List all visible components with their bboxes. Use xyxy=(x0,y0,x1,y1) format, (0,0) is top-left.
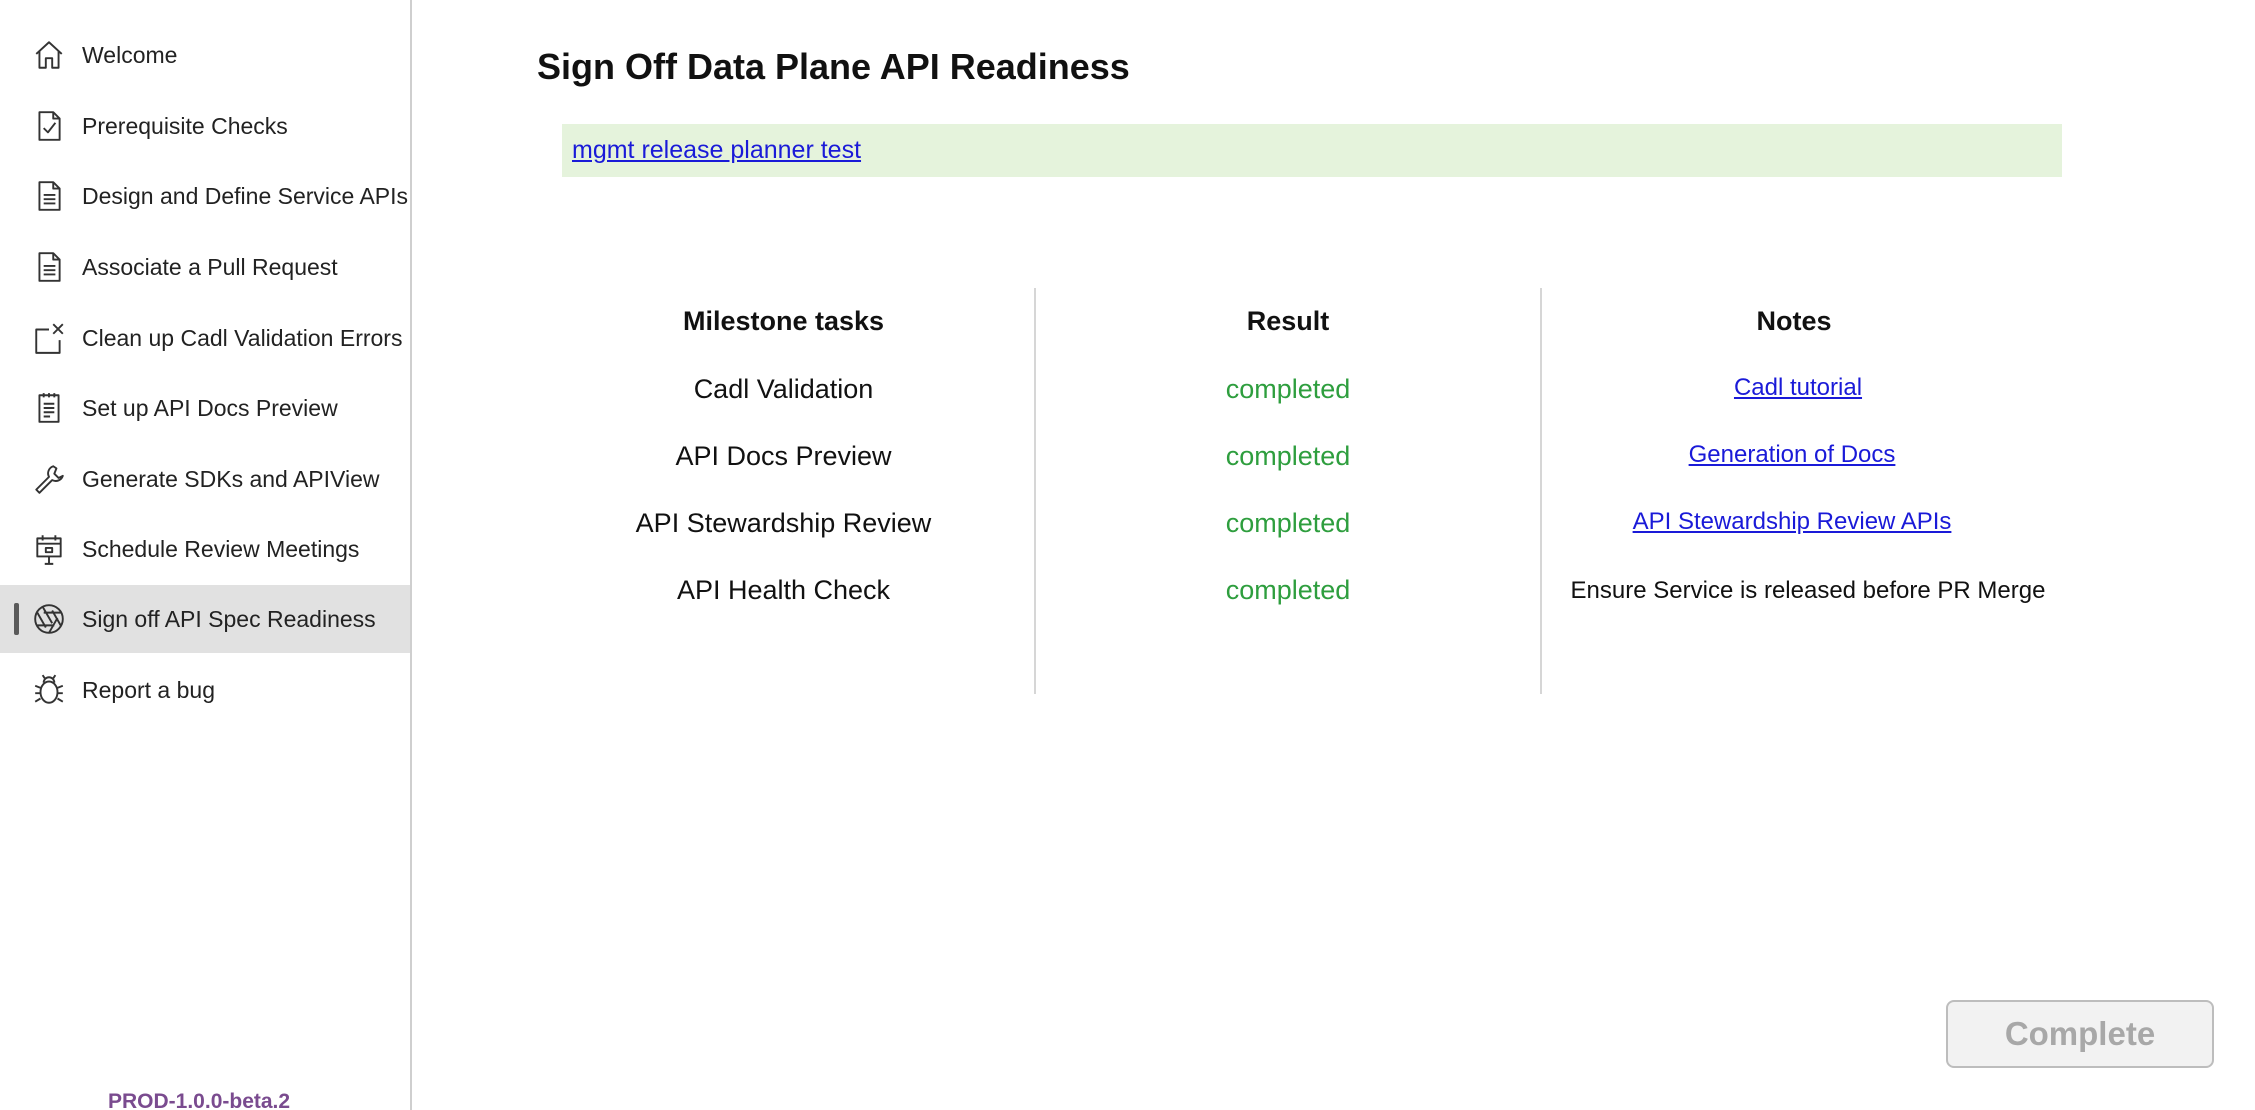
release-planner-link[interactable]: mgmt release planner test xyxy=(572,136,861,165)
calendar-presentation-icon xyxy=(32,532,66,566)
column-divider xyxy=(1540,288,1542,694)
aperture-icon xyxy=(32,602,66,636)
result-header: Result xyxy=(1246,306,1330,336)
sidebar-item-label: Associate a Pull Request xyxy=(82,253,338,280)
sidebar-item-clean-up-cadl[interactable]: Clean up Cadl Validation Errors xyxy=(0,304,410,372)
note-cell: Generation of Docs xyxy=(1590,438,1994,469)
sidebar-item-schedule-review[interactable]: Schedule Review Meetings xyxy=(0,515,410,583)
task-cell: API Stewardship Review xyxy=(635,508,932,538)
sidebar-item-label: Set up API Docs Preview xyxy=(82,394,338,421)
app-window: Welcome Prerequisite Checks Design and D… xyxy=(0,0,2255,1110)
sidebar-item-api-docs-preview[interactable]: Set up API Docs Preview xyxy=(0,374,410,442)
notepad-icon xyxy=(32,391,66,425)
bug-icon xyxy=(32,673,66,707)
document-icon xyxy=(32,250,66,284)
sidebar-item-label: Prerequisite Checks xyxy=(82,112,288,139)
note-cell: API Stewardship Review APIs xyxy=(1590,505,1994,536)
home-icon xyxy=(32,38,66,72)
release-planner-banner: mgmt release planner test xyxy=(562,124,2062,177)
page-title: Sign Off Data Plane API Readiness xyxy=(537,46,1130,87)
version-label: PROD-1.0.0-beta.2 xyxy=(108,1090,291,1110)
cadl-tutorial-link[interactable]: Cadl tutorial xyxy=(1734,374,1862,401)
sidebar-item-sign-off[interactable]: Sign off API Spec Readiness xyxy=(0,585,410,653)
checklist-icon xyxy=(32,109,66,143)
task-cell: Cadl Validation xyxy=(693,374,874,404)
result-cell: completed xyxy=(1225,441,1351,471)
milestone-tasks-header: Milestone tasks xyxy=(682,306,885,336)
sidebar-item-welcome[interactable]: Welcome xyxy=(0,21,410,89)
note-cell: Ensure Service is released before PR Mer… xyxy=(1570,577,2046,604)
sidebar-item-label: Sign off API Spec Readiness xyxy=(82,605,376,632)
open-close-icon xyxy=(32,321,66,355)
result-cell: completed xyxy=(1225,575,1351,605)
result-cell: completed xyxy=(1225,374,1351,404)
sidebar-item-report-bug[interactable]: Report a bug xyxy=(0,656,410,724)
sidebar-item-design-apis[interactable]: Design and Define Service APIs xyxy=(0,162,410,230)
sidebar-item-label: Welcome xyxy=(82,41,178,68)
sidebar-item-label: Schedule Review Meetings xyxy=(82,535,360,562)
notes-header: Notes xyxy=(1756,306,1832,336)
sidebar-item-generate-sdks[interactable]: Generate SDKs and APIView xyxy=(0,445,410,513)
sidebar-item-label: Generate SDKs and APIView xyxy=(82,465,380,492)
column-divider xyxy=(1034,288,1036,694)
generation-of-docs-link[interactable]: Generation of Docs xyxy=(1689,441,1896,468)
sidebar-item-prerequisite-checks[interactable]: Prerequisite Checks xyxy=(0,92,410,160)
note-cell: Cadl tutorial xyxy=(1596,371,2000,402)
document-icon xyxy=(32,179,66,213)
sidebar-item-associate-pr[interactable]: Associate a Pull Request xyxy=(0,233,410,301)
api-stewardship-review-link[interactable]: API Stewardship Review APIs xyxy=(1633,508,1952,535)
wrench-icon xyxy=(32,462,66,496)
sidebar-item-label: Report a bug xyxy=(82,676,215,703)
complete-button[interactable]: Complete xyxy=(1946,1000,2214,1068)
sidebar-item-label: Clean up Cadl Validation Errors xyxy=(82,324,403,351)
sidebar: Welcome Prerequisite Checks Design and D… xyxy=(0,0,412,1110)
result-cell: completed xyxy=(1225,508,1351,538)
task-cell: API Health Check xyxy=(676,575,891,605)
task-cell: API Docs Preview xyxy=(675,441,892,471)
sidebar-item-label: Design and Define Service APIs xyxy=(82,182,409,209)
